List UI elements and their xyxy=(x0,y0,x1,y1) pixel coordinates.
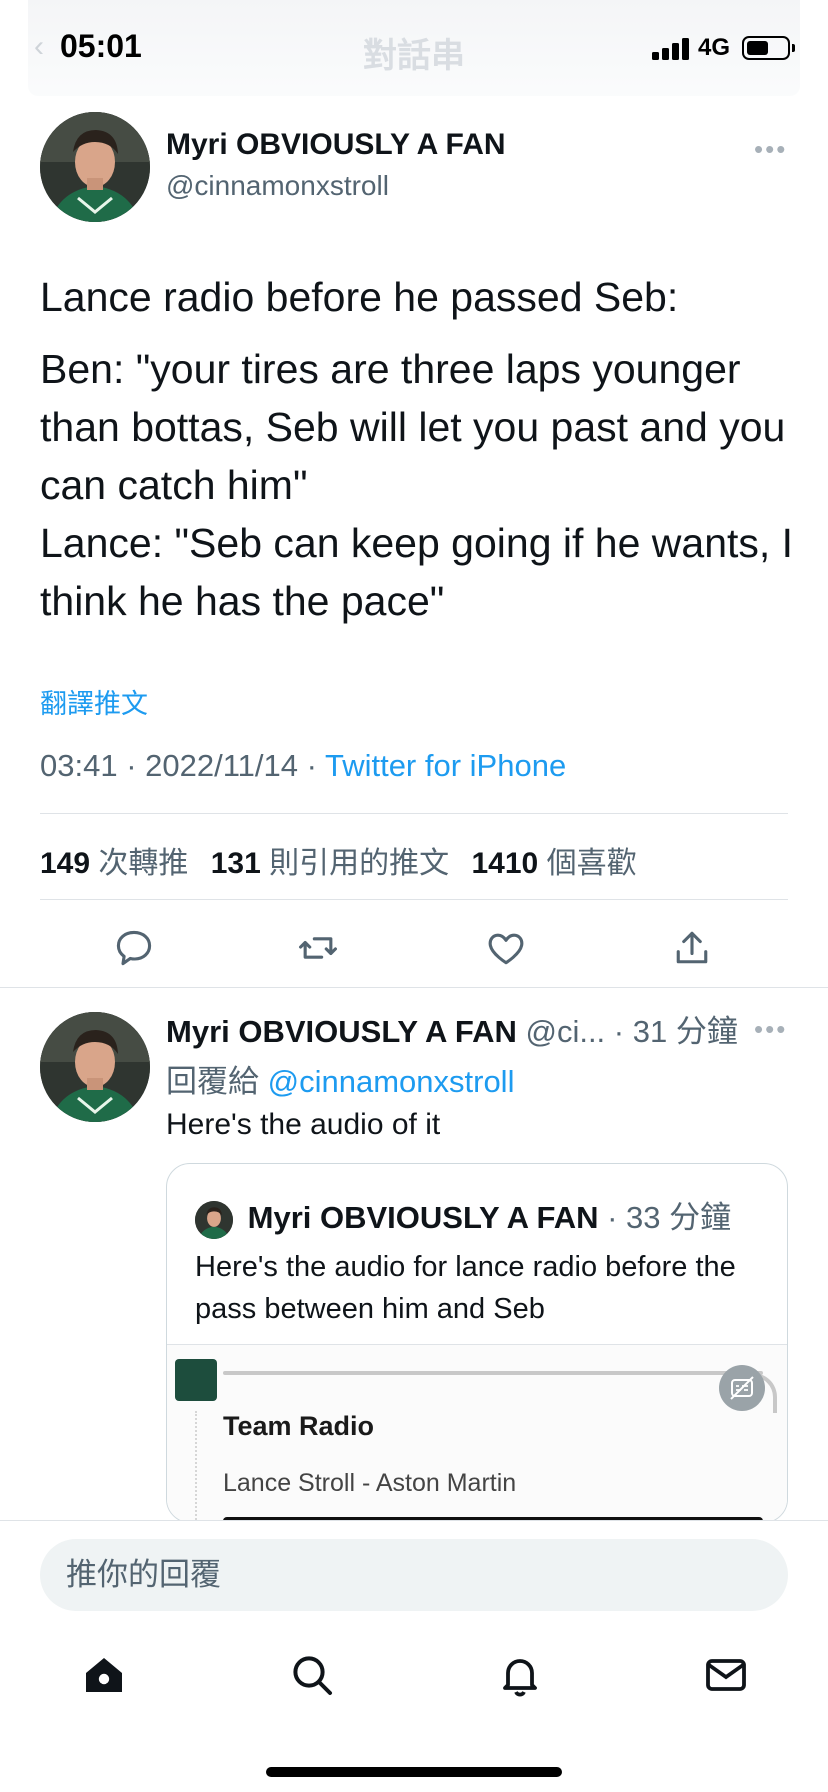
quotes-stat[interactable]: 131 則引用的推文 xyxy=(211,847,449,880)
replying-to-handle[interactable]: @cinnamonxstroll xyxy=(268,1064,515,1099)
tweet-text-body: Ben: "your tires are three laps younger … xyxy=(40,346,794,624)
search-icon[interactable] xyxy=(288,1651,336,1699)
quotes-label: 則引用的推文 xyxy=(269,847,450,880)
reply-header: Myri OBVIOUSLY A FAN @ci... · 31 分鐘 xyxy=(166,1006,756,1051)
status-bar: ‹ 對話串 05:01 4G xyxy=(0,0,828,96)
author-handle[interactable]: @cinnamonxstroll xyxy=(166,170,389,202)
share-icon[interactable] xyxy=(670,926,714,970)
captions-off-icon[interactable] xyxy=(719,1365,765,1411)
reply-author-name[interactable]: Myri OBVIOUSLY A FAN xyxy=(166,1014,517,1049)
quoted-tweet-text: Here's the audio for lance radio before … xyxy=(195,1251,736,1325)
retweet-icon[interactable] xyxy=(296,926,340,970)
tweet-text-line1: Lance radio before he passed Seb: xyxy=(40,274,679,320)
replying-to-label: 回覆給 xyxy=(166,1064,259,1099)
translate-tweet-link[interactable]: 翻譯推文 xyxy=(40,682,148,721)
tweet-meta: 03:41 · 2022/11/14 · Twitter for iPhone xyxy=(40,748,566,784)
tweet-timestamp: 03:41 · 2022/11/14 · xyxy=(40,748,325,783)
media-divider xyxy=(223,1371,763,1375)
likes-stat[interactable]: 1410 個喜歡 xyxy=(472,847,637,880)
media-title: Team Radio xyxy=(223,1411,375,1441)
status-time: 05:01 xyxy=(60,28,142,64)
likes-label: 個喜歡 xyxy=(546,847,637,880)
tweet-actions xyxy=(0,920,828,976)
network-type: 4G xyxy=(698,34,731,61)
tweet-text: Lance radio before he passed Seb: Ben: "… xyxy=(40,268,800,630)
tweet-source-link[interactable]: Twitter for iPhone xyxy=(325,748,566,783)
aston-martin-logo-icon xyxy=(175,1359,217,1401)
quoted-time: · 33 分鐘 xyxy=(607,1200,732,1235)
quoted-media[interactable]: Team Radio Lance Stroll - Aston Martin xyxy=(167,1344,787,1522)
signal-icon xyxy=(652,36,692,60)
quoted-author-avatar xyxy=(195,1200,233,1239)
divider xyxy=(40,899,788,900)
media-subtitle: Lance Stroll - Aston Martin xyxy=(223,1469,517,1497)
reply-author-avatar[interactable] xyxy=(40,1012,150,1122)
home-indicator[interactable] xyxy=(266,1767,562,1777)
media-dotted-line xyxy=(195,1411,197,1522)
quoted-tweet-header: Myri OBVIOUSLY A FAN · 33 分鐘 xyxy=(195,1192,731,1239)
messages-icon[interactable] xyxy=(702,1651,750,1699)
bottom-bar xyxy=(0,1520,828,1792)
reply-composer-input[interactable] xyxy=(40,1539,788,1611)
divider xyxy=(40,813,788,814)
tweet-stats: 149 次轉推 131 則引用的推文 1410 個喜歡 xyxy=(40,838,651,882)
retweets-label: 次轉推 xyxy=(98,847,189,880)
likes-count: 1410 xyxy=(471,847,539,880)
like-icon[interactable] xyxy=(484,926,528,970)
reply-time: · 31 分鐘 xyxy=(613,1014,738,1049)
retweets-stat[interactable]: 149 次轉推 xyxy=(40,847,188,880)
quoted-author-name: Myri OBVIOUSLY A FAN xyxy=(247,1200,599,1235)
divider xyxy=(0,987,828,988)
more-horizontal-icon[interactable]: ••• xyxy=(754,136,787,162)
home-icon[interactable] xyxy=(80,1651,128,1699)
notifications-icon[interactable] xyxy=(496,1651,544,1699)
battery-icon xyxy=(742,36,795,60)
reply-icon[interactable] xyxy=(112,926,156,970)
author-avatar[interactable] xyxy=(40,112,150,222)
reply-more-icon[interactable]: ••• xyxy=(754,1016,787,1042)
reply-text: Here's the audio of it xyxy=(166,1108,441,1141)
replying-to: 回覆給 @cinnamonxstroll xyxy=(166,1056,514,1101)
author-name[interactable]: Myri OBVIOUSLY A FAN xyxy=(166,128,506,162)
retweets-count: 149 xyxy=(40,847,91,880)
quoted-tweet[interactable]: Myri OBVIOUSLY A FAN · 33 分鐘 Here's the … xyxy=(166,1163,788,1523)
reply-author-handle[interactable]: @ci... xyxy=(525,1014,605,1049)
quotes-count: 131 xyxy=(210,847,261,880)
